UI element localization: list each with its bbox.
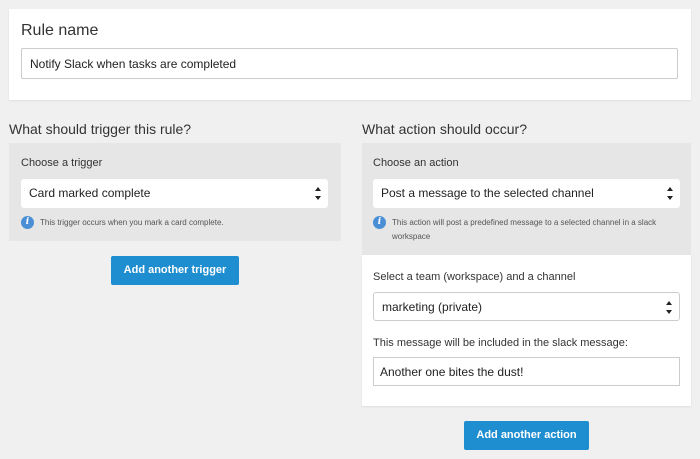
add-action-button[interactable]: Add another action bbox=[464, 421, 589, 450]
rule-name-title: Rule name bbox=[21, 22, 99, 39]
message-label: This message will be included in the sla… bbox=[373, 337, 628, 349]
select-arrows-icon bbox=[315, 187, 321, 200]
trigger-select[interactable]: Card marked complete bbox=[21, 179, 328, 208]
rule-name-input[interactable] bbox=[21, 48, 678, 79]
info-icon: i bbox=[21, 216, 34, 229]
action-info-line1: This action will post a predefined messa… bbox=[392, 218, 657, 227]
trigger-info-text: This trigger occurs when you mark a card… bbox=[40, 218, 224, 227]
trigger-select-value: Card marked complete bbox=[29, 186, 151, 200]
action-select[interactable]: Post a message to the selected channel bbox=[373, 179, 680, 208]
action-select-value: Post a message to the selected channel bbox=[381, 186, 594, 200]
action-info-text: This action will post a predefined messa… bbox=[392, 216, 656, 244]
add-trigger-button[interactable]: Add another trigger bbox=[111, 256, 239, 285]
select-arrows-icon bbox=[666, 301, 672, 314]
team-select[interactable]: marketing (private) bbox=[373, 292, 680, 321]
team-select-value: marketing (private) bbox=[382, 300, 483, 314]
choose-action-label: Choose an action bbox=[373, 157, 459, 169]
trigger-heading: What should trigger this rule? bbox=[9, 121, 192, 137]
select-arrows-icon bbox=[667, 187, 673, 200]
info-icon: i bbox=[373, 216, 386, 229]
message-input[interactable] bbox=[373, 357, 680, 386]
team-select-label: Select a team (workspace) and a channel bbox=[373, 271, 576, 283]
rule-name-card: Rule name bbox=[9, 9, 691, 100]
action-info-line2: workspace bbox=[392, 232, 431, 241]
action-box: Choose an action Post a message to the s… bbox=[362, 143, 691, 255]
choose-trigger-label: Choose a trigger bbox=[21, 157, 103, 169]
trigger-box: Choose a trigger Card marked complete i … bbox=[9, 143, 341, 241]
action-config-panel: Select a team (workspace) and a channel … bbox=[362, 255, 691, 406]
action-heading: What action should occur? bbox=[362, 121, 527, 137]
